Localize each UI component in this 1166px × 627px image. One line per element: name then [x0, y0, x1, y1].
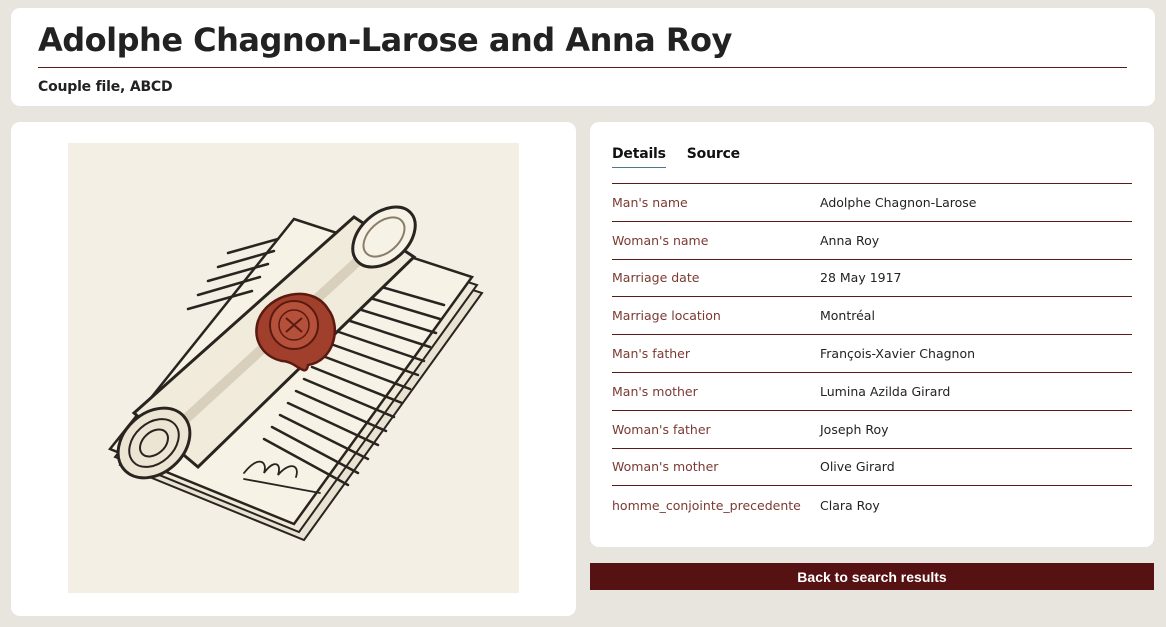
tab-details[interactable]: Details — [612, 144, 666, 168]
page-title: Adolphe Chagnon-Larose and Anna Roy — [38, 21, 732, 59]
field-label: Marriage date — [612, 258, 820, 297]
table-row: Man's mother Lumina Azilda Girard — [612, 371, 1132, 411]
table-row: Woman's father Joseph Roy — [612, 409, 1132, 449]
image-card — [11, 122, 576, 616]
field-label: Marriage location — [612, 296, 820, 335]
tab-source[interactable]: Source — [687, 144, 740, 168]
field-value: Joseph Roy — [820, 409, 1132, 449]
table-row: Man's father François-Xavier Chagnon — [612, 334, 1132, 373]
table-row: homme_conjointe_precedente Clara Roy — [612, 485, 1132, 524]
table-row: Marriage location Montréal — [612, 296, 1132, 335]
field-label: Woman's mother — [612, 447, 820, 486]
page-subtitle: Couple file, ABCD — [38, 79, 173, 95]
back-to-search-results-button[interactable]: Back to search results — [590, 563, 1154, 590]
table-row: Marriage date 28 May 1917 — [612, 258, 1132, 297]
document-scroll-illustration — [68, 143, 519, 593]
table-row: Man's name Adolphe Chagnon-Larose — [612, 183, 1132, 222]
details-table: Man's name Adolphe Chagnon-Larose Woman'… — [612, 183, 1132, 524]
field-value: 28 May 1917 — [820, 258, 1132, 297]
tab-bar: Details Source — [612, 144, 761, 168]
scroll-with-wax-seal-icon — [107, 205, 484, 542]
table-row: Woman's name Anna Roy — [612, 220, 1132, 260]
field-value: Anna Roy — [820, 220, 1132, 260]
field-value: Adolphe Chagnon-Larose — [820, 183, 1132, 222]
field-label: Woman's father — [612, 409, 820, 449]
field-label: homme_conjointe_precedente — [612, 485, 820, 524]
field-value: François-Xavier Chagnon — [820, 334, 1132, 373]
header-card: Adolphe Chagnon-Larose and Anna Roy Coup… — [11, 8, 1155, 106]
field-label: Man's mother — [612, 371, 820, 411]
title-divider — [38, 67, 1127, 68]
field-value: Montréal — [820, 296, 1132, 335]
field-label: Woman's name — [612, 220, 820, 260]
field-label: Man's name — [612, 183, 820, 222]
field-value: Lumina Azilda Girard — [820, 371, 1132, 411]
field-value: Olive Girard — [820, 447, 1132, 486]
details-card: Details Source Man's name Adolphe Chagno… — [590, 122, 1154, 547]
field-value: Clara Roy — [820, 485, 1132, 524]
table-row: Woman's mother Olive Girard — [612, 447, 1132, 486]
field-label: Man's father — [612, 334, 820, 373]
